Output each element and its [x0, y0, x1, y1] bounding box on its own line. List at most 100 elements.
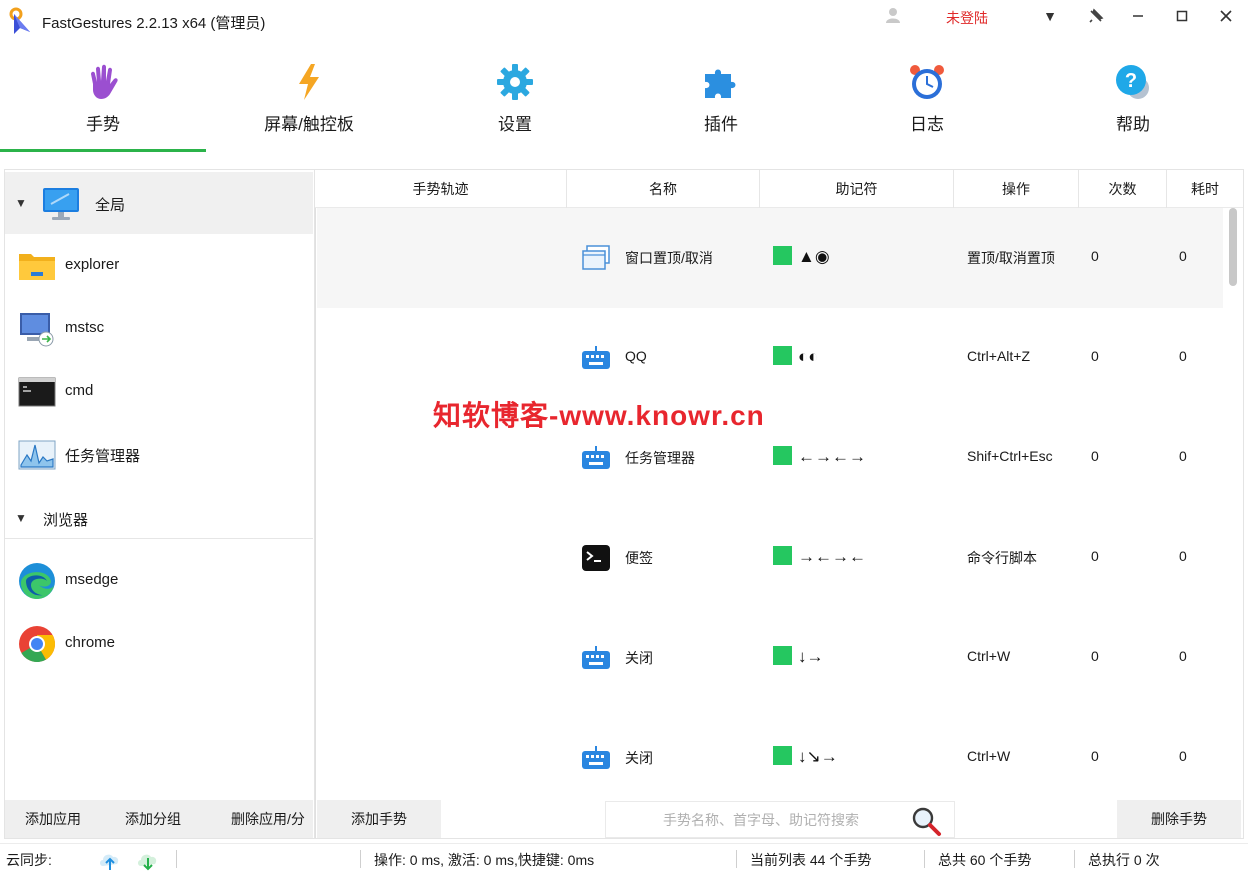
app-item-msedge[interactable]: msedge — [5, 549, 313, 611]
dropdown-icon[interactable]: ▼ — [1038, 4, 1062, 28]
app-item-label: cmd — [65, 382, 94, 399]
gesture-time: 0 — [1179, 548, 1187, 564]
cloud-download-icon[interactable] — [136, 848, 160, 872]
cloud-sync-label: 云同步: — [6, 852, 52, 868]
pin-icon[interactable] — [1084, 4, 1108, 28]
gesture-actions-bar: 添加手势 删除手势 — [315, 800, 1243, 838]
column-header-time[interactable]: 耗时 — [1167, 170, 1243, 208]
add-app-button[interactable]: 添加应用 — [25, 800, 81, 838]
gesture-name: 便签 — [625, 550, 653, 566]
gesture-action: 命令行脚本 — [967, 550, 1037, 566]
delete-app-button[interactable]: 删除应用/分 — [231, 800, 313, 838]
mnemonic-color-square — [773, 546, 792, 565]
mnemonic-symbols: →←→← — [798, 547, 866, 566]
mnemonic-symbols: ↓→ — [798, 647, 824, 666]
status-separator — [924, 850, 925, 868]
app-item-global[interactable]: ▼ 全局 — [5, 172, 313, 234]
gesture-time: 0 — [1179, 748, 1187, 764]
scrollbar-thumb[interactable] — [1229, 208, 1237, 286]
svg-text:?: ? — [1125, 70, 1137, 92]
column-header-trajectory[interactable]: 手势轨迹 — [315, 170, 567, 208]
login-status[interactable]: 未登陆 — [946, 8, 988, 28]
app-item-taskmgr[interactable]: 任务管理器 — [5, 423, 313, 485]
tab-label: 日志 — [910, 115, 944, 134]
tab-gestures[interactable]: 手势 — [0, 56, 206, 152]
gesture-mnemonic: ↓→ — [773, 646, 824, 667]
collapse-arrow-icon[interactable]: ▼ — [15, 196, 27, 210]
tab-help[interactable]: ? 帮助 — [1030, 56, 1236, 152]
search-input[interactable] — [616, 808, 906, 832]
edge-icon — [19, 563, 55, 599]
status-separator — [360, 850, 361, 868]
app-actions-bar: 添加应用 添加分组 删除应用/分 — [5, 800, 313, 838]
column-header-mnemonic[interactable]: 助记符 — [760, 170, 954, 208]
close-button[interactable] — [1214, 4, 1238, 28]
gesture-time: 0 — [1179, 348, 1187, 364]
gesture-name: 关闭 — [625, 650, 653, 666]
minimize-button[interactable] — [1126, 4, 1150, 28]
folder-icon — [19, 254, 55, 280]
keyboard-icon — [582, 746, 610, 769]
tab-screen-touchpad[interactable]: 屏幕/触控板 — [206, 56, 412, 152]
tab-label: 设置 — [498, 115, 532, 134]
current-list-status: 当前列表 44 个手势 — [750, 852, 872, 868]
gesture-name: 任务管理器 — [625, 450, 695, 466]
maximize-button[interactable] — [1170, 4, 1194, 28]
add-group-button[interactable]: 添加分组 — [125, 800, 181, 838]
keyboard-icon — [582, 646, 610, 669]
hand-icon — [91, 64, 118, 99]
tab-label: 手势 — [86, 115, 120, 134]
title-bar: FastGestures 2.2.13 x64 (管理员) 未登陆 ▼ — [0, 0, 1248, 40]
table-scrollbar[interactable] — [1227, 208, 1239, 798]
column-header-action[interactable]: 操作 — [954, 170, 1079, 208]
monitor-icon — [43, 188, 79, 220]
gesture-action: Shif+Ctrl+Esc — [967, 448, 1053, 464]
executed-status: 总执行 0 次 — [1088, 852, 1160, 868]
app-item-label: mstsc — [65, 319, 105, 336]
cloud-upload-icon[interactable] — [98, 848, 122, 872]
table-row[interactable]: 关闭 ↓↘→ Ctrl+W 0 0 — [317, 708, 1223, 808]
terminal-icon — [18, 377, 56, 407]
table-row[interactable]: 窗口置顶/取消 ▲◉ 置顶/取消置顶 0 0 — [317, 208, 1223, 308]
app-item-chrome[interactable]: chrome — [5, 612, 313, 674]
app-item-cmd[interactable]: cmd — [5, 360, 313, 422]
gesture-count: 0 — [1091, 448, 1099, 464]
user-icon[interactable] — [884, 6, 902, 24]
alarm-clock-icon — [910, 65, 944, 99]
window-icon — [582, 245, 610, 270]
tab-label: 插件 — [704, 115, 738, 134]
app-item-label: explorer — [65, 256, 120, 273]
gesture-action: 置顶/取消置顶 — [967, 250, 1055, 266]
search-icon[interactable] — [910, 805, 942, 837]
gesture-name: 关闭 — [625, 750, 653, 766]
tab-plugins[interactable]: 插件 — [618, 56, 824, 152]
table-row[interactable]: 关闭 ↓→ Ctrl+W 0 0 — [317, 608, 1223, 708]
table-row[interactable]: 便签 →←→← 命令行脚本 0 0 — [317, 508, 1223, 608]
status-bar: 云同步: 操作: 0 ms, 激活: 0 ms,快捷键: 0ms 当前列表 44… — [0, 843, 1248, 873]
add-gesture-button[interactable]: 添加手势 — [317, 800, 441, 838]
collapse-arrow-icon[interactable]: ▼ — [15, 511, 27, 525]
column-header-name[interactable]: 名称 — [567, 170, 760, 208]
delete-gesture-button[interactable]: 删除手势 — [1117, 800, 1241, 838]
app-item-explorer[interactable]: explorer — [5, 234, 313, 296]
app-item-mstsc[interactable]: mstsc — [5, 297, 313, 359]
mnemonic-symbols: ↓↘→ — [798, 747, 838, 766]
gesture-action: Ctrl+Alt+Z — [967, 348, 1031, 364]
tab-settings[interactable]: 设置 — [412, 56, 618, 152]
table-row[interactable]: QQ ◐◐ Ctrl+Alt+Z 0 0 — [317, 308, 1223, 408]
app-logo-icon — [9, 7, 30, 34]
window-title: FastGestures 2.2.13 x64 (管理员) — [42, 15, 266, 32]
status-separator — [736, 850, 737, 868]
gesture-table-panel: 手势轨迹 名称 助记符 操作 次数 耗时 窗口置顶/取消 ▲◉ 置顶/取消置顶 … — [314, 169, 1244, 839]
lightning-icon — [299, 64, 319, 100]
tab-log[interactable]: 日志 — [824, 56, 1030, 152]
tab-label: 屏幕/触控板 — [264, 115, 354, 134]
group-label: 浏览器 — [43, 512, 89, 529]
column-header-count[interactable]: 次数 — [1079, 170, 1167, 208]
app-list-panel: ▼ 全局 explorer mstsc cmd 任务管理器 ▼ 浏览器 msed… — [4, 169, 314, 839]
terminal-icon — [582, 545, 610, 571]
gesture-count: 0 — [1091, 748, 1099, 764]
search-box — [605, 801, 955, 838]
group-browsers[interactable]: ▼ 浏览器 — [5, 495, 313, 539]
mnemonic-color-square — [773, 646, 792, 665]
